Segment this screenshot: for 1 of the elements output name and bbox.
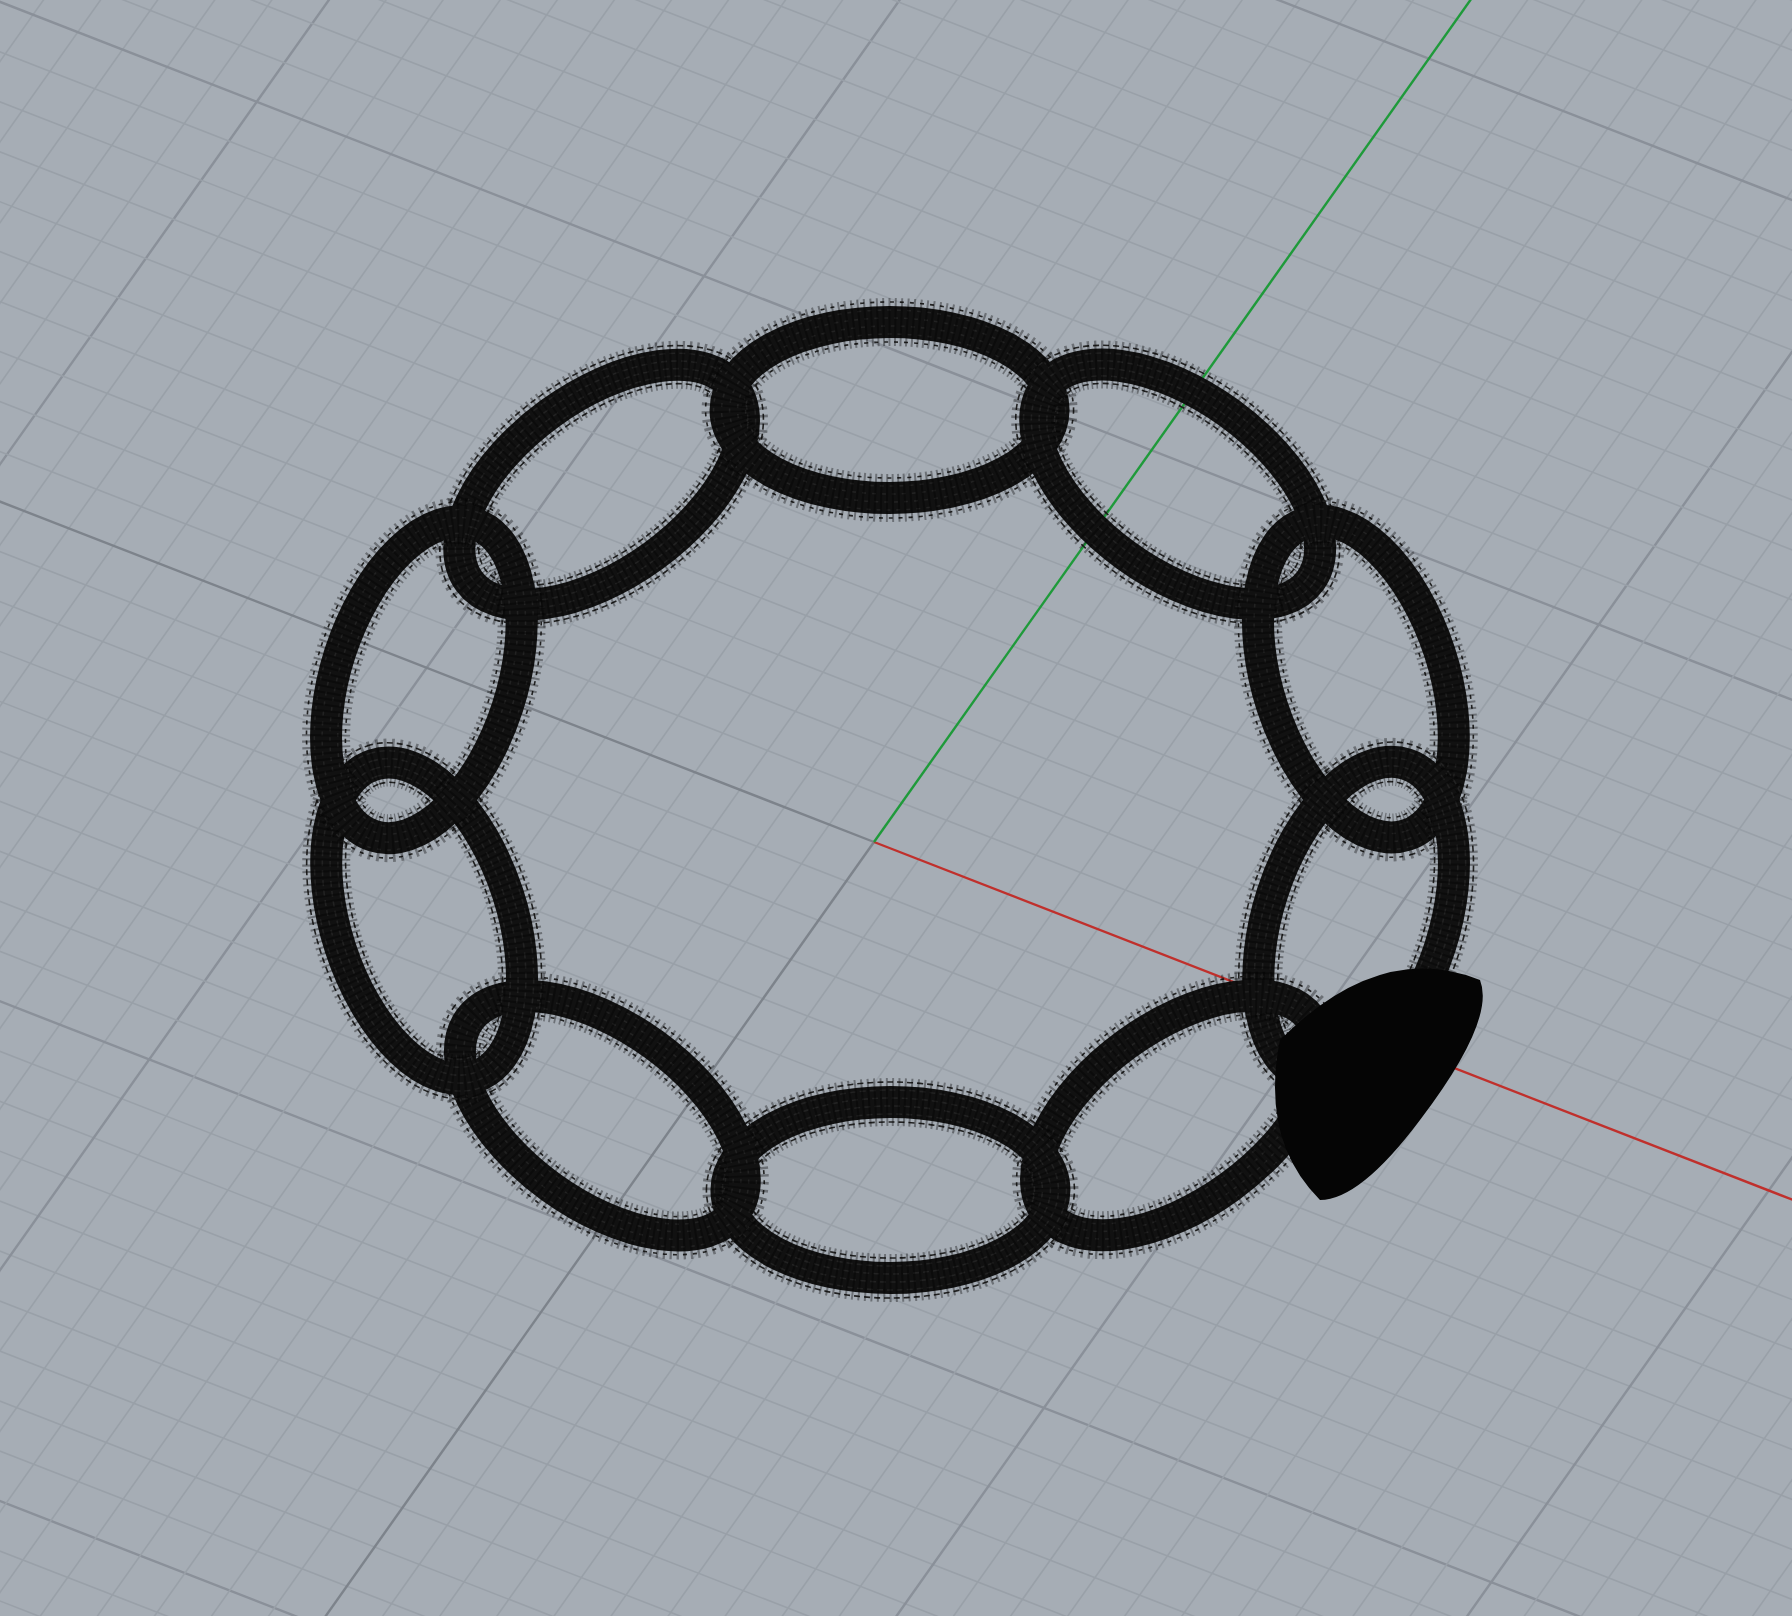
viewport[interactable] [0,0,1792,1616]
